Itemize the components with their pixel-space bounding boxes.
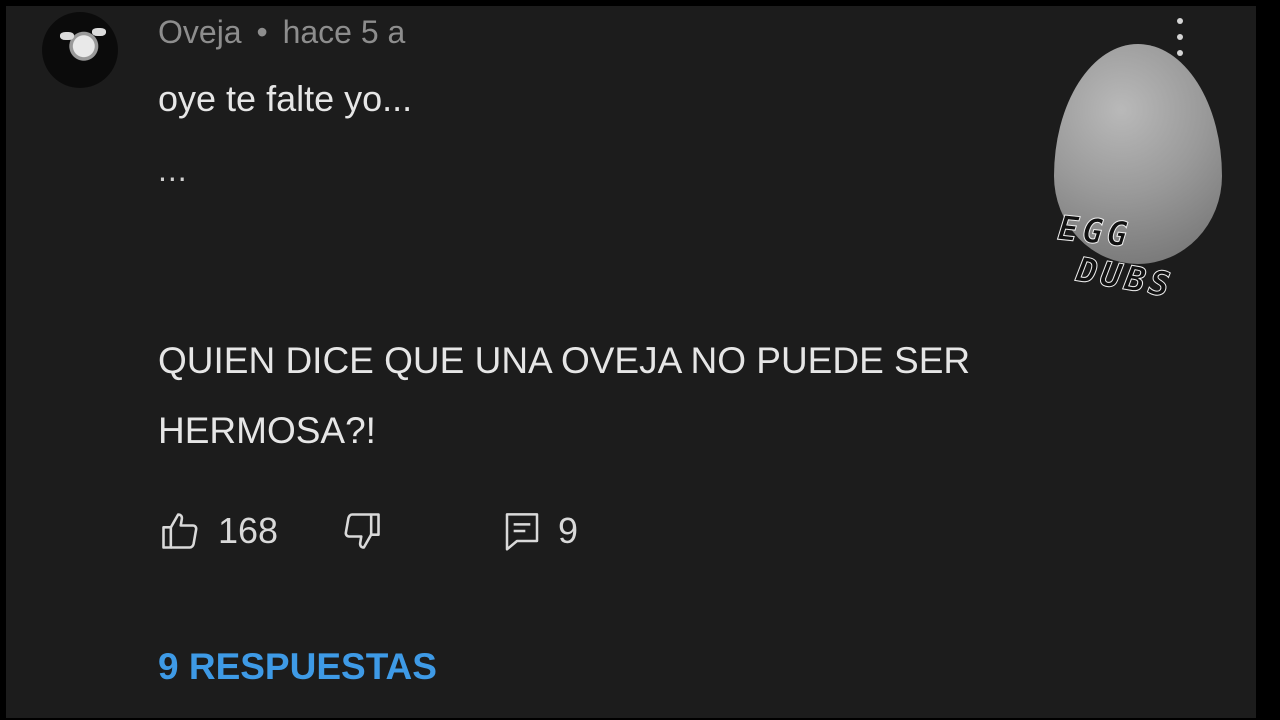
like-button[interactable]: 168 bbox=[158, 506, 278, 556]
like-count: 168 bbox=[218, 510, 279, 551]
reply-count: 9 bbox=[558, 510, 579, 551]
comment-icon bbox=[502, 509, 542, 553]
comment-text-line: oye te falte yo... bbox=[158, 78, 413, 119]
avatar-detail bbox=[60, 32, 74, 40]
comment-actions: 168 9 bbox=[158, 506, 658, 556]
watermark-logo: EGG DUBS bbox=[1046, 44, 1256, 314]
comment-text-line: HERMOSA?! bbox=[158, 410, 376, 451]
avatar[interactable] bbox=[42, 12, 118, 88]
comment-card: Oveja • hace 5 a oye te falte yo... ... … bbox=[6, 6, 1256, 718]
comment-text-line: ... bbox=[158, 152, 188, 188]
timestamp[interactable]: hace 5 a bbox=[283, 14, 406, 50]
reply-button[interactable]: 9 bbox=[502, 506, 578, 556]
view-replies-link[interactable]: 9 RESPUESTAS bbox=[158, 646, 437, 688]
watermark-text: EGG bbox=[1056, 208, 1134, 256]
author-name[interactable]: Oveja bbox=[158, 14, 242, 50]
dislike-button[interactable] bbox=[340, 506, 384, 556]
thumbs-up-icon bbox=[158, 509, 202, 553]
comment-text-line: QUIEN DICE QUE UNA OVEJA NO PUEDE SER bbox=[158, 340, 971, 381]
avatar-detail bbox=[92, 28, 106, 36]
separator: • bbox=[256, 14, 268, 50]
comment-header: Oveja • hace 5 a bbox=[158, 14, 405, 51]
thumbs-down-icon bbox=[340, 509, 384, 553]
